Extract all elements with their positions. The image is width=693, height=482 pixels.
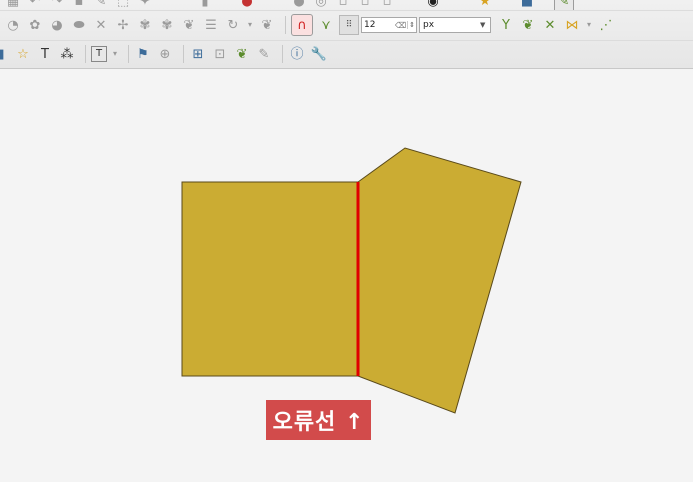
layer-add-icon[interactable]: ⊞ [189,45,207,63]
offset-curve-icon[interactable]: ✾ [158,16,176,34]
avoid-overlap-icon[interactable]: ❦ [519,16,537,34]
toolbar-separator [282,45,283,63]
toolbar-separator [183,45,184,63]
toolbar-row-labels: ▮ ☆ T ⁂ T ▾ ⚑ ⊕ ⊞ ⊡ ❦ ✎ ⓘ 🔧 [0,40,693,67]
split-parts-icon[interactable]: ☰ [202,16,220,34]
snap-tolerance-icon[interactable]: ⠿ [339,15,359,35]
topology-snap-icon[interactable]: Y [497,16,515,34]
toolbar-row-advanced-digitizing: ◔ ✿ ◕ ⬬ ✕ ✢ ✾ ✾ ❦ ☰ ↻ ▾ ❦ ∩ ⋎ ⠿ 12 ⌫ ⇕ p… [0,10,693,39]
delete-part-icon[interactable]: ✢ [114,16,132,34]
chevron-down-icon: ▼ [480,21,486,29]
snap-vertex-icon[interactable]: ⋎ [317,16,335,34]
reshape-icon[interactable]: ✾ [136,16,154,34]
binoculars-icon[interactable]: ◉ [424,0,442,10]
digitize-icon[interactable]: ✎ [92,0,110,10]
snapping-tolerance-spinbox[interactable]: 12 ⌫ ⇕ [361,17,417,33]
snapping-tolerance-value: 12 [364,20,376,30]
snapping-unit-value: px [423,20,435,30]
rotate-icon[interactable]: ↻ [224,16,242,34]
chevron-down-icon[interactable]: ▾ [246,16,254,34]
text-label-icon[interactable]: T [36,45,54,63]
star-icon[interactable]: ★ [476,0,494,10]
merge-icon[interactable]: ❦ [258,16,276,34]
topology-icon[interactable]: ❦ [233,45,251,63]
toolbar-separator [128,45,129,63]
redo-icon[interactable]: ↷ [48,0,66,10]
globe-icon[interactable]: ⊡ [211,45,229,63]
image-icon[interactable]: ▫ [356,0,374,10]
delete-ring-icon[interactable]: ✕ [92,16,110,34]
fill-icon[interactable]: ✦ [136,0,154,10]
info-icon[interactable]: ⓘ [288,45,306,63]
snapping-magnet-button[interactable]: ∩ [291,14,313,36]
select-icon[interactable]: ⬚ [114,0,132,10]
split-features-icon[interactable]: ❦ [180,16,198,34]
add-point-icon[interactable]: ▮ [0,45,10,63]
map-icon[interactable]: ▫ [334,0,352,10]
square-polygon[interactable] [181,181,359,377]
toolbar-area: ▦ ↶ ↷ ▪ ✎ ⬚ ✦ ▮ ● ● ◎ ▫ ▫ ▫ ◉ ★ ■ ✎ ◔ ✿ … [0,0,693,69]
error-line-label-text: 오류선 ↑ [272,410,365,435]
spin-arrows-icon[interactable]: ⇕ [407,21,416,29]
text-annotation-icon[interactable]: T [91,46,107,62]
error-line-label: 오류선 ↑ [266,400,371,440]
vertex-icon[interactable]: ● [238,0,256,10]
pentagon-polygon[interactable] [357,147,522,414]
fill-ring-icon[interactable]: ◕ [48,16,66,34]
table-icon[interactable]: ▦ [4,0,22,10]
toolbar-row-top: ▦ ↶ ↷ ▪ ✎ ⬚ ✦ ▮ ● ● ◎ ▫ ▫ ▫ ◉ ★ ■ ✎ [0,0,693,11]
intersection-snap-icon[interactable]: ✕ [541,16,559,34]
save-icon[interactable]: ▪ [70,0,88,10]
tracing-icon[interactable]: ⋈ [563,16,581,34]
chevron-down-icon[interactable]: ▾ [111,45,119,63]
multi-label-icon[interactable]: ⁂ [58,45,76,63]
bus-icon[interactable]: ◎ [312,0,330,10]
pin-icon[interactable]: ⚑ [134,45,152,63]
toolbar-separator [285,16,286,34]
clear-icon[interactable]: ⌫ [395,21,407,30]
add-ring-icon[interactable]: ◔ [4,16,22,34]
simplify-icon[interactable]: ⬬ [70,16,88,34]
pencil-icon[interactable]: ✎ [255,45,273,63]
edit-icon[interactable]: ▫ [378,0,396,10]
toolbar-separator [85,45,86,63]
add-part-icon[interactable]: ✿ [26,16,44,34]
chevron-down-icon[interactable]: ▾ [585,16,593,34]
star-icon[interactable]: ☆ [14,45,32,63]
window-icon[interactable]: ■ [518,0,536,10]
wrench-icon[interactable]: 🔧 [310,45,328,63]
undo-icon[interactable]: ↶ [26,0,44,10]
node-icon[interactable]: ● [290,0,308,10]
crosshair-icon[interactable]: ⊕ [156,45,174,63]
self-snap-icon[interactable]: ⋰ [597,16,615,34]
snapping-unit-select[interactable]: px ▼ [419,17,491,33]
color-icon[interactable]: ▮ [196,0,214,10]
